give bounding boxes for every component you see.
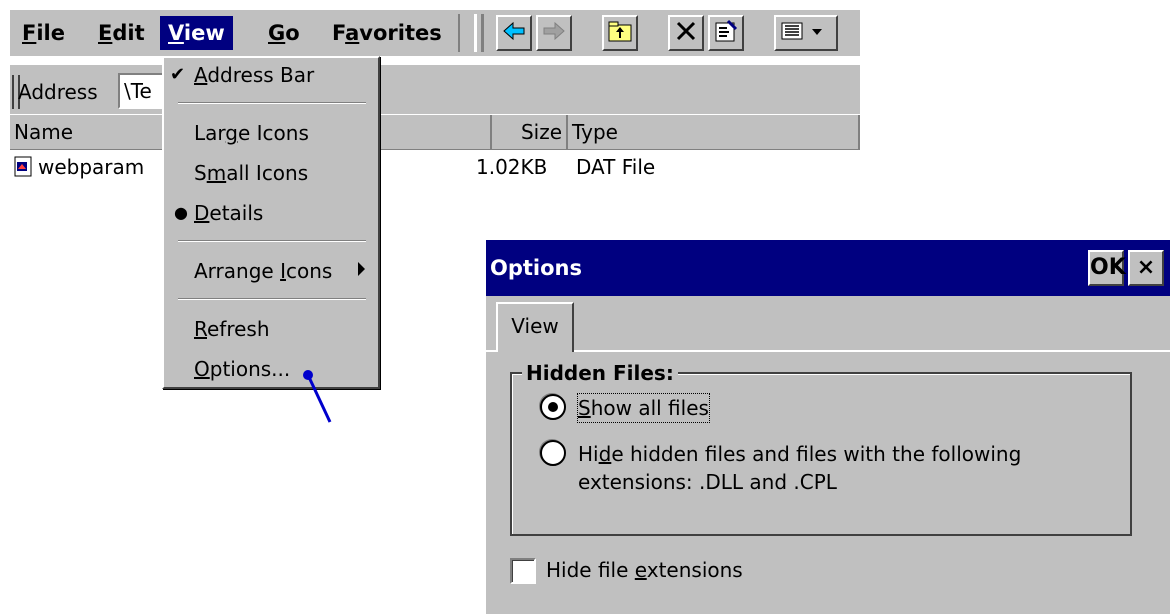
file-type: DAT File [576,155,656,179]
tab-pane-edge [486,350,1170,352]
address-bar: Address \Te [10,64,860,114]
menu-edit[interactable]: Edit [90,16,153,50]
show-all-files-label[interactable]: Show all files [577,393,710,423]
menu-file[interactable]: File [14,16,73,50]
close-button[interactable]: × [1128,250,1164,286]
tab-view[interactable]: View [496,302,574,352]
properties-icon [715,19,738,42]
radio-hide-hidden-files[interactable] [540,440,566,466]
back-arrow-icon [503,21,525,41]
menu-view[interactable]: View [160,16,233,50]
address-label: Address [18,80,98,104]
hide-file-extensions-label[interactable]: Hide file extensions [546,556,743,584]
menu-go[interactable]: Go [260,16,308,50]
dat-file-icon [14,156,32,177]
toolbar-grip[interactable] [474,14,484,52]
file-name: webparam [38,155,145,179]
views-dropdown-button[interactable] [774,15,838,51]
view-menu-dropdown: ✔ Address Bar Large Icons Small Icons ● … [162,56,380,389]
hide-file-extensions-checkbox[interactable] [510,558,536,584]
column-header-type[interactable]: Type [568,115,860,150]
menu-item-address-bar[interactable]: Address Bar [194,60,314,90]
menu-item-options[interactable]: Options... [194,354,290,384]
menu-item-small-icons[interactable]: Small Icons [194,158,308,188]
dialog-titlebar: Options OK × [486,240,1170,296]
stylus-pointer-icon [303,370,332,423]
up-folder-icon [608,21,632,42]
column-headers: Name Size Type [10,114,860,150]
group-title: Hidden Files: [522,360,678,386]
menu-separator [178,298,366,300]
menu-item-details[interactable]: Details [194,198,263,228]
menu-bar: File Edit View Go Favorites [10,10,860,56]
back-button[interactable] [496,15,532,51]
menu-separator [178,102,366,104]
bullet-icon: ● [174,203,188,222]
menu-favorites[interactable]: Favorites [324,16,450,50]
hide-hidden-files-label[interactable]: Hide hidden files and files with the fol… [578,440,1021,468]
options-dialog: Options OK × View Hidden Files: Show all… [484,238,1170,614]
column-header-size[interactable]: Size [492,115,568,150]
ok-button[interactable]: OK [1088,250,1126,286]
menu-separator [178,240,366,242]
submenu-arrow-icon [358,262,365,276]
up-folder-button[interactable] [602,15,638,51]
menu-item-arrange-icons[interactable]: Arrange Icons [194,256,332,286]
chevron-down-icon [812,29,822,35]
hide-hidden-files-label-line2: extensions: .DLL and .CPL [578,470,837,494]
radio-selected-dot [548,402,558,412]
forward-arrow-icon [543,21,565,41]
forward-button[interactable] [536,15,572,51]
properties-button[interactable] [708,15,744,51]
delete-button[interactable] [668,15,704,51]
menu-divider [458,14,460,52]
menu-item-refresh[interactable]: Refresh [194,314,270,344]
file-size: 1.02KB [476,155,548,179]
menu-item-large-icons[interactable]: Large Icons [194,118,309,148]
radio-show-all-files[interactable] [540,394,566,420]
dialog-title: Options [490,256,582,280]
checkmark-icon: ✔ [170,64,186,85]
delete-x-icon [676,21,696,41]
table-row[interactable]: webparam 1.02KB DAT File [10,150,860,186]
views-icon [781,22,822,40]
